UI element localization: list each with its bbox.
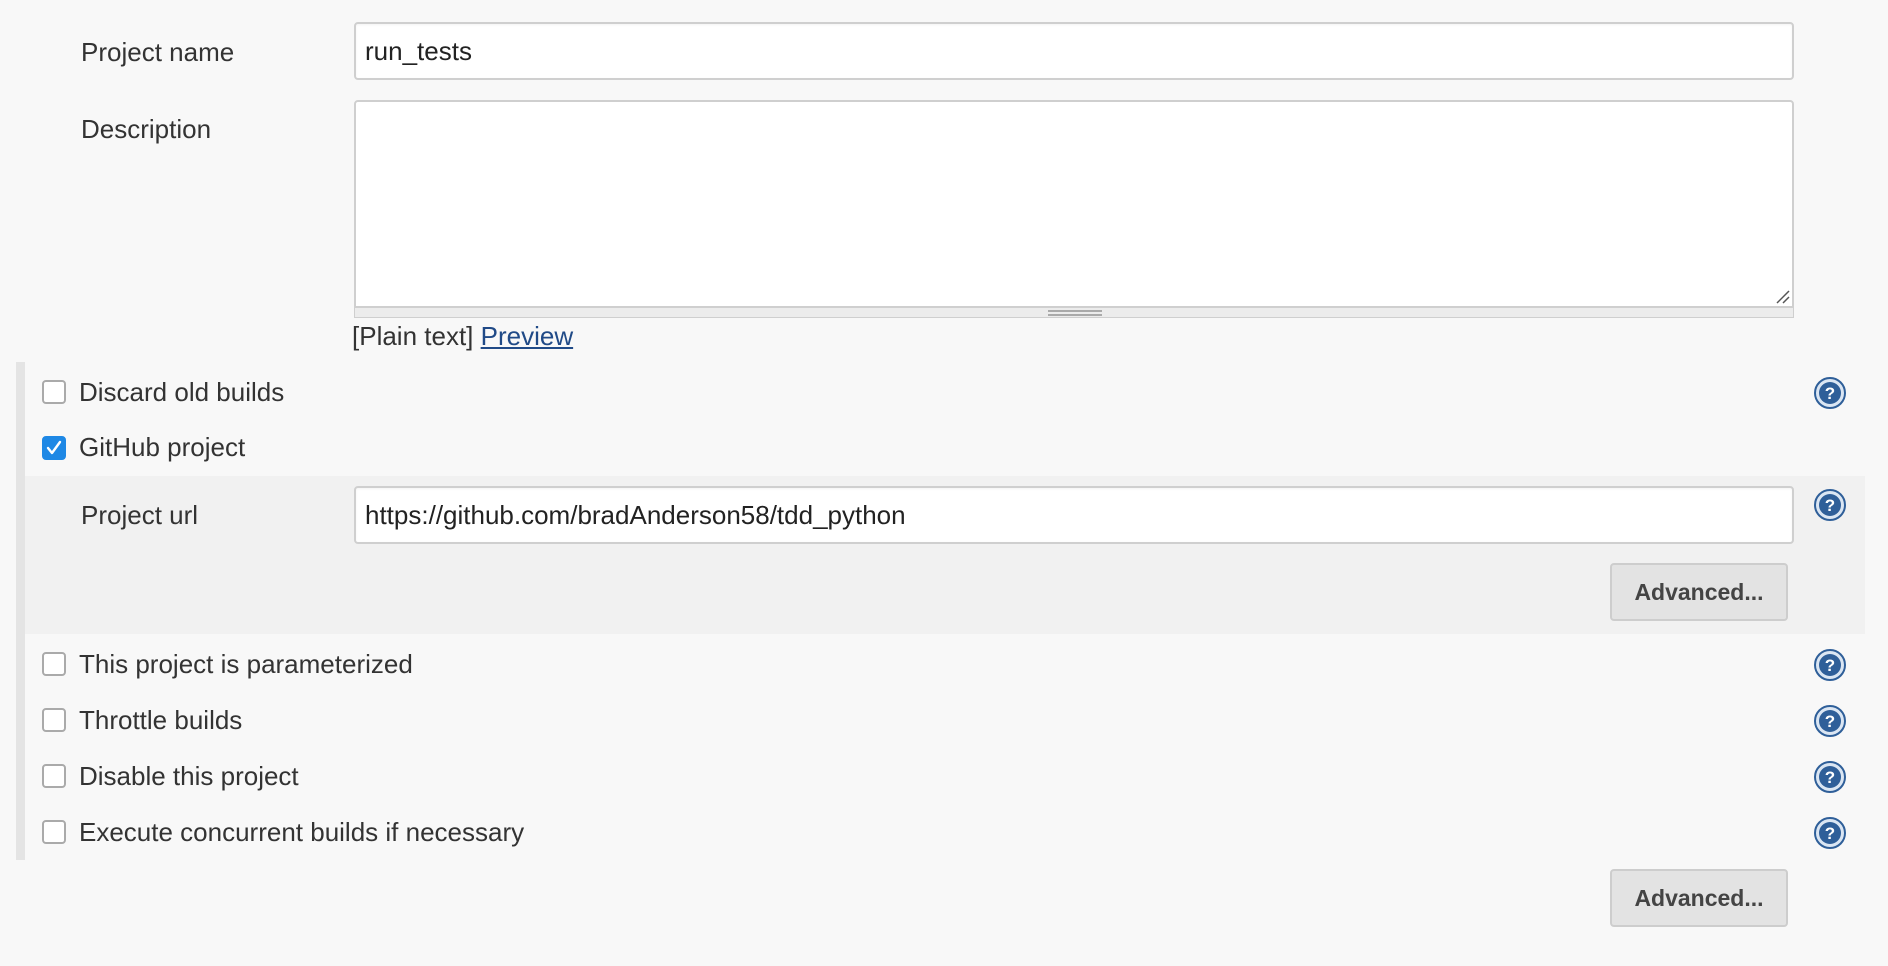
svg-text:?: ? (1825, 824, 1835, 843)
project-url-label: Project url (81, 500, 199, 530)
disable-project-checkbox[interactable] (42, 764, 66, 788)
help-question-icon[interactable]: ? (1814, 817, 1846, 849)
project-name-input[interactable] (354, 22, 1794, 80)
concurrent-builds-label: Execute concurrent builds if necessary (79, 817, 525, 847)
svg-text:?: ? (1825, 384, 1835, 403)
description-textarea[interactable] (354, 100, 1794, 308)
drag-grip-icon (1048, 310, 1102, 316)
github-project-label: GitHub project (79, 432, 246, 462)
svg-text:?: ? (1825, 768, 1835, 787)
parameterized-label: This project is parameterized (79, 649, 413, 679)
markup-format-label: [Plain text] (352, 321, 474, 351)
description-label: Description (81, 114, 212, 144)
svg-text:?: ? (1825, 496, 1835, 515)
project-url-input[interactable] (354, 486, 1794, 544)
markup-format-line: [Plain text] Preview (352, 321, 573, 351)
advanced-button[interactable]: Advanced... (1610, 869, 1788, 927)
help-question-icon[interactable]: ? (1814, 705, 1846, 737)
help-question-icon[interactable]: ? (1814, 377, 1846, 409)
discard-old-builds-checkbox[interactable] (42, 380, 66, 404)
project-name-label: Project name (81, 37, 235, 67)
help-question-icon[interactable]: ? (1814, 761, 1846, 793)
discard-old-builds-label: Discard old builds (79, 377, 285, 407)
parameterized-checkbox[interactable] (42, 652, 66, 676)
job-config-form: Project name Description [Plain text] Pr… (0, 0, 1888, 966)
resize-grip-icon[interactable] (1774, 288, 1790, 304)
svg-text:?: ? (1825, 656, 1835, 675)
throttle-builds-label: Throttle builds (79, 705, 243, 735)
svg-text:?: ? (1825, 712, 1835, 731)
disable-project-label: Disable this project (79, 761, 299, 791)
help-question-icon[interactable]: ? (1814, 489, 1846, 521)
checkmark-icon (46, 440, 62, 455)
concurrent-builds-checkbox[interactable] (42, 820, 66, 844)
section-border (16, 362, 25, 860)
github-project-checkbox[interactable] (42, 436, 66, 460)
help-question-icon[interactable]: ? (1814, 649, 1846, 681)
preview-link[interactable]: Preview (481, 321, 573, 351)
throttle-builds-checkbox[interactable] (42, 708, 66, 732)
github-advanced-button[interactable]: Advanced... (1610, 563, 1788, 621)
